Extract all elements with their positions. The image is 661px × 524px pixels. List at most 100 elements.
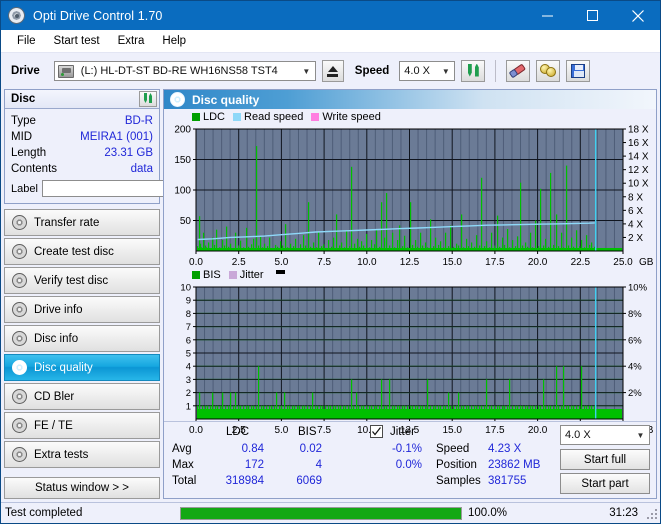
disc-row-value: data [130,163,153,175]
stats-row-avg-bis: 0.02 [299,443,322,455]
save-button[interactable] [566,60,591,82]
stats-panel: LDC BIS Avg 0.84 0.02 Max 172 4 Total 31… [164,421,656,498]
maximize-icon[interactable] [570,1,615,30]
sidebar-item-disc-quality[interactable]: Disc quality [4,354,160,381]
nav-list: Transfer rate Create test disc Verify te… [4,209,160,468]
legend-item-write-speed: Write speed [311,111,381,123]
speed-select[interactable]: 4.0 X ▼ [399,61,456,81]
bis-legend: BIS Jitter [192,269,285,281]
disc-row-key: Length [11,147,47,159]
legend-swatch [192,271,200,279]
refresh-icon [466,63,481,79]
drive-select[interactable]: (L:) HL-DT-ST BD-RE WH16NS58 TST4 ▼ [53,61,316,81]
svg-text:7: 7 [186,322,191,333]
close-icon[interactable] [615,1,660,30]
legend-swatch [233,113,242,121]
start-full-button[interactable]: Start full [560,449,650,470]
bis-chart: 1 2 3 4 5 6 7 8 9 10 2% 4% 6% 8% 10% 0.0 2.5 5.0 7.5 10.0 12… [164,281,656,439]
disc-refresh-button[interactable] [139,91,157,107]
legend-swatch [192,113,200,121]
svg-text:2%: 2% [628,388,642,399]
ldc-chart: 50 100 150 200 2 X 4 X 6 X 8 X 10 X 12 X 14 X 16 X 1… [164,123,656,271]
disc-icon [12,244,27,259]
disc-panel: Disc Type BD-R MID MEIRA1 (001) Length 2… [4,89,244,204]
menu-item-extra[interactable]: Extra [109,33,154,49]
sidebar-item-disc-info[interactable]: Disc info [4,325,160,352]
sidebar-item-extra-tests[interactable]: Extra tests [4,441,160,468]
drive-label: Drive [11,65,40,77]
sidebar-item-label: Create test disc [34,245,114,258]
quality-button[interactable] [536,60,561,82]
speed-stat-key: Speed [436,443,470,455]
disc-panel-title: Disc [11,93,36,105]
sidebar-item-label: Transfer rate [34,216,100,229]
erase-button[interactable] [506,60,531,82]
svg-text:12.5: 12.5 [400,257,420,268]
sidebar-item-label: CD Bler [34,390,75,403]
svg-text:100: 100 [174,186,191,197]
toolbar-divider [495,60,497,82]
svg-text:10: 10 [180,283,191,294]
sidebar-item-fe-te[interactable]: FE / TE [4,412,160,439]
svg-text:10%: 10% [628,283,648,294]
start-part-button[interactable]: Start part [560,473,650,494]
svg-text:4: 4 [186,362,191,373]
samples-stat-key: Samples [436,475,481,487]
status-window-button[interactable]: Status window > > [4,477,160,499]
refresh-button[interactable] [461,60,486,82]
svg-text:7.5: 7.5 [317,257,331,268]
samples-stat-value: 381755 [488,475,527,487]
disc-row-value: MEIRA1 (001) [80,131,153,143]
eject-button[interactable] [321,60,344,82]
speed-label: Speed [354,65,390,77]
drive-select-value: (L:) HL-DT-ST BD-RE WH16NS58 TST4 [80,65,278,77]
disc-row-key: MID [11,131,33,143]
disc-icon [12,302,27,317]
disc-info-rows: Type BD-R MID MEIRA1 (001) Length 23.31 … [5,109,244,203]
disc-icon [12,331,27,346]
legend-item-bis: BIS [192,269,221,281]
sidebar: Disc Type BD-R MID MEIRA1 (001) Length 2… [4,89,244,502]
sidebar-item-verify-test-disc[interactable]: Verify test disc [4,267,160,294]
disc-panel-header: Disc [5,90,159,109]
status-text: Test completed [5,507,83,519]
main-header: Disc quality [164,90,656,109]
scrollbar-marker[interactable] [275,270,285,274]
svg-text:10.0: 10.0 [357,257,377,268]
disc-row-key: Type [11,115,36,127]
page-title: Disc quality [192,92,260,107]
disc-label-row: Label [11,178,244,199]
sidebar-item-cd-bler[interactable]: CD Bler [4,383,160,410]
sidebar-item-drive-info[interactable]: Drive info [4,296,160,323]
sidebar-item-create-test-disc[interactable]: Create test disc [4,238,160,265]
stats-row-avg-key: Avg [172,443,192,455]
svg-text:2.5: 2.5 [232,257,246,268]
disc-icon [12,215,27,230]
svg-text:15.0: 15.0 [442,257,462,268]
svg-text:14 X: 14 X [628,152,649,163]
legend-label: Jitter [239,269,264,281]
sidebar-item-label: FE / TE [34,419,73,432]
resize-grip[interactable] [644,506,658,520]
svg-text:50: 50 [180,216,192,227]
menu-item-help[interactable]: Help [153,33,195,49]
menu-item-file[interactable]: File [8,33,45,49]
svg-text:16 X: 16 X [628,138,649,149]
progress-bar [180,506,462,520]
position-stat-value: 23862 MB [488,459,541,471]
speed-stat-value: 4.23 X [488,443,522,455]
menu-item-start-test[interactable]: Start test [45,33,109,49]
sidebar-item-transfer-rate[interactable]: Transfer rate [4,209,160,236]
test-speed-select[interactable]: 4.0 X ▼ [560,425,650,445]
disc-row-length: Length 23.31 GB [11,145,153,161]
refresh-icon [142,93,154,105]
app-window: Opti Drive Control 1.70 File Start test … [0,0,661,524]
disc-quality-icon [170,92,185,107]
menu-bar: File Start test Extra Help [1,30,660,52]
eraser-icon [508,62,527,78]
svg-text:22.5: 22.5 [571,257,591,268]
jitter-checkbox[interactable] [370,425,383,438]
minimize-icon[interactable] [525,1,570,30]
stats-col-ldc: LDC [226,426,250,438]
svg-text:8 X: 8 X [628,192,643,203]
